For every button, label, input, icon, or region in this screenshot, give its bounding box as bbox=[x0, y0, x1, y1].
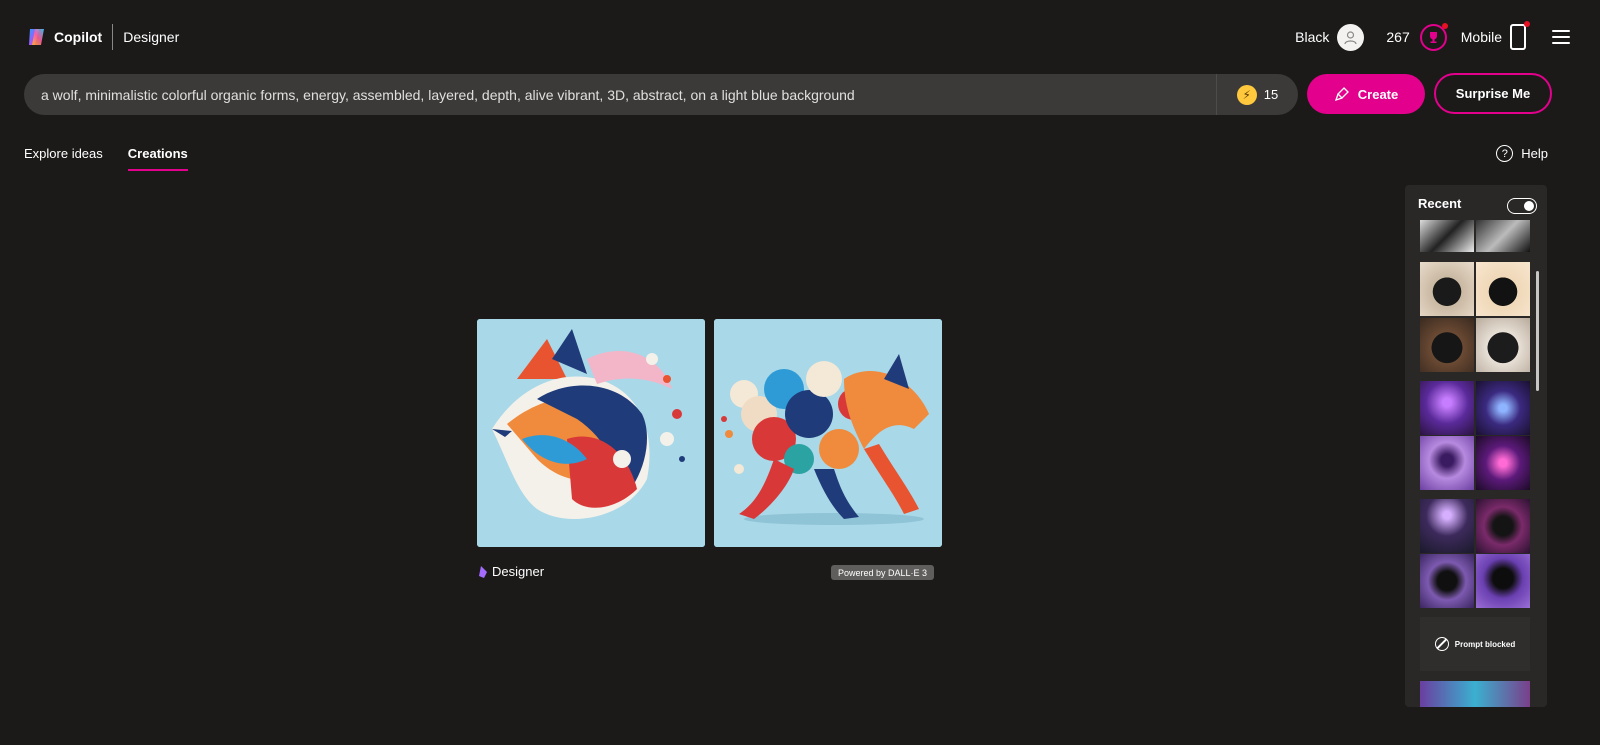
person-icon bbox=[1344, 30, 1357, 44]
designer-caption[interactable]: Designer bbox=[479, 564, 544, 579]
recent-thumbnail[interactable] bbox=[1476, 436, 1530, 490]
brand-name: Copilot bbox=[54, 29, 103, 45]
recent-toggle[interactable] bbox=[1507, 198, 1537, 214]
notification-dot bbox=[1524, 21, 1530, 27]
user-name[interactable]: Black bbox=[1295, 29, 1329, 45]
recent-thumbnail[interactable] bbox=[1420, 681, 1530, 707]
recent-thumbnail[interactable] bbox=[1420, 262, 1474, 316]
boost-count: 15 bbox=[1263, 87, 1279, 102]
recent-thumbnail[interactable] bbox=[1420, 381, 1474, 435]
brush-icon bbox=[1334, 87, 1349, 102]
blocked-label: Prompt blocked bbox=[1454, 639, 1516, 649]
rewards-button[interactable] bbox=[1419, 22, 1448, 51]
powered-by-badge: Powered by DALL·E 3 bbox=[831, 565, 935, 580]
recent-thumbnail[interactable] bbox=[1420, 554, 1474, 608]
recent-thumbnail[interactable] bbox=[1420, 318, 1474, 372]
top-header: Copilot Designer Black 267 Mobile bbox=[0, 0, 1600, 72]
recent-thumbnail[interactable] bbox=[1476, 381, 1530, 435]
designer-icon bbox=[479, 565, 487, 578]
recent-thumbnail[interactable] bbox=[1420, 220, 1474, 252]
mobile-label[interactable]: Mobile bbox=[1461, 29, 1502, 45]
menu-icon[interactable] bbox=[1552, 30, 1570, 44]
recent-thumbnail[interactable] bbox=[1476, 318, 1530, 372]
product-name: Designer bbox=[123, 29, 180, 45]
brand-divider bbox=[112, 24, 114, 50]
recent-thumbnail[interactable] bbox=[1476, 220, 1530, 252]
recent-thumbnail[interactable] bbox=[1420, 436, 1474, 490]
recent-panel: Recent Prompt blocked bbox=[1405, 185, 1547, 707]
tab-creations[interactable]: Creations bbox=[127, 146, 188, 171]
prompt-bar: a wolf, minimalistic colorful organic fo… bbox=[24, 74, 1298, 115]
mobile-phone-icon[interactable] bbox=[1510, 21, 1530, 50]
brand[interactable]: Copilot Designer bbox=[26, 24, 179, 50]
lightning-icon: ⚡ bbox=[1236, 84, 1257, 105]
trophy-icon bbox=[1429, 31, 1437, 43]
prompt-blocked-tile[interactable]: Prompt blocked bbox=[1420, 617, 1530, 671]
blocked-icon bbox=[1434, 637, 1449, 651]
recent-thumbnail[interactable] bbox=[1476, 554, 1530, 608]
recent-title: Recent bbox=[1418, 196, 1462, 211]
create-label: Create bbox=[1357, 86, 1399, 102]
boost-counter[interactable]: ⚡ 15 bbox=[1216, 74, 1298, 115]
recent-thumbnail[interactable] bbox=[1420, 499, 1474, 553]
notification-dot bbox=[1441, 22, 1448, 29]
recent-thumbnail[interactable] bbox=[1476, 499, 1530, 553]
generated-image-wolf-head[interactable] bbox=[477, 319, 705, 547]
copilot-logo-icon bbox=[26, 26, 48, 48]
surprise-me-button[interactable]: Surprise Me bbox=[1434, 73, 1552, 114]
boost-total: 267 bbox=[1386, 29, 1410, 45]
tab-bar: Explore ideas Creations bbox=[24, 146, 213, 171]
prompt-input[interactable]: a wolf, minimalistic colorful organic fo… bbox=[24, 87, 1216, 103]
tab-explore-ideas[interactable]: Explore ideas bbox=[24, 146, 103, 171]
help-button[interactable]: ? Help bbox=[1496, 145, 1548, 162]
header-actions: Black 267 Mobile bbox=[1295, 21, 1570, 52]
caption-label: Designer bbox=[492, 564, 545, 579]
generated-image-wolf-running[interactable] bbox=[714, 319, 942, 547]
help-label: Help bbox=[1521, 146, 1548, 161]
help-icon: ? bbox=[1496, 145, 1514, 162]
avatar[interactable] bbox=[1337, 23, 1365, 51]
recent-thumbnail[interactable] bbox=[1476, 262, 1530, 316]
create-button[interactable]: Create bbox=[1307, 74, 1425, 114]
scrollbar[interactable] bbox=[1536, 271, 1539, 391]
